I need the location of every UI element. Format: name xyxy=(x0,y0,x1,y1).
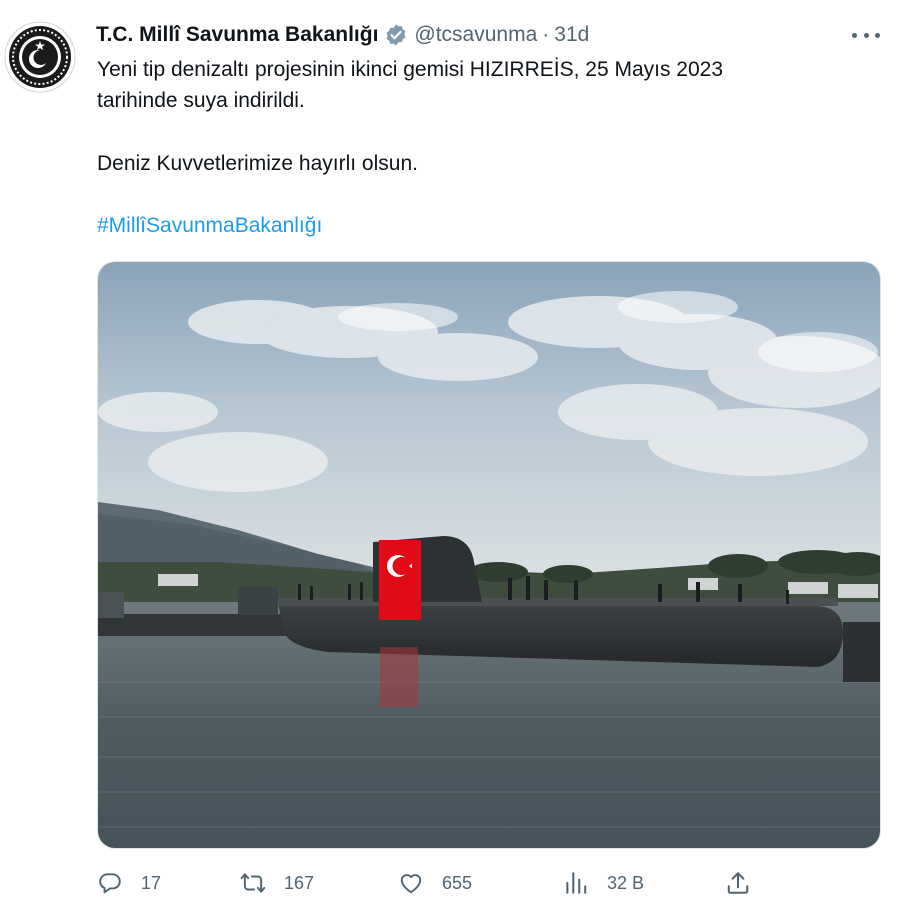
tweet-text-line-2: tarihinde suya indirildi. xyxy=(97,89,305,112)
more-options-icon[interactable] xyxy=(852,23,880,47)
tweet-timestamp[interactable]: 31d xyxy=(554,23,589,47)
author-handle[interactable]: @tcsavunma xyxy=(414,23,537,47)
author-name[interactable]: T.C. Millî Savunma Bakanlığı xyxy=(96,23,378,47)
reply-count: 17 xyxy=(141,872,162,893)
reply-icon xyxy=(99,873,121,894)
header-separator: · xyxy=(542,23,550,46)
retweet-icon xyxy=(240,873,266,893)
like-button[interactable]: 655 xyxy=(398,868,472,898)
views-count: 32 B xyxy=(607,872,645,893)
tweet-card: T.C. Millî Savunma Bakanlığı @tcsavunma … xyxy=(0,0,900,900)
heart-icon xyxy=(400,874,422,894)
retweet-button[interactable]: 167 xyxy=(240,868,314,898)
tweet-photo[interactable] xyxy=(97,261,881,849)
reply-button[interactable]: 17 xyxy=(97,868,161,898)
author-avatar[interactable] xyxy=(4,21,76,93)
share-icon xyxy=(727,872,749,894)
tweet-header: T.C. Millî Savunma Bakanlığı @tcsavunma … xyxy=(96,20,589,50)
views-chart-icon xyxy=(566,872,587,894)
tweet-actions: 17 167 655 32 B xyxy=(97,868,857,898)
retweet-count: 167 xyxy=(284,872,315,893)
views-button[interactable]: 32 B xyxy=(563,868,644,898)
hashtag-link[interactable]: #MillîSavunmaBakanlığı xyxy=(97,214,322,238)
tweet-text-line-3: Deniz Kuvvetlerimize hayırlı olsun. xyxy=(97,152,418,175)
verified-badge-icon xyxy=(387,24,406,46)
tweet-text-line-1: Yeni tip denizaltı projesinin ikinci gem… xyxy=(97,58,724,81)
share-button[interactable] xyxy=(725,868,769,898)
like-count: 655 xyxy=(442,872,473,893)
